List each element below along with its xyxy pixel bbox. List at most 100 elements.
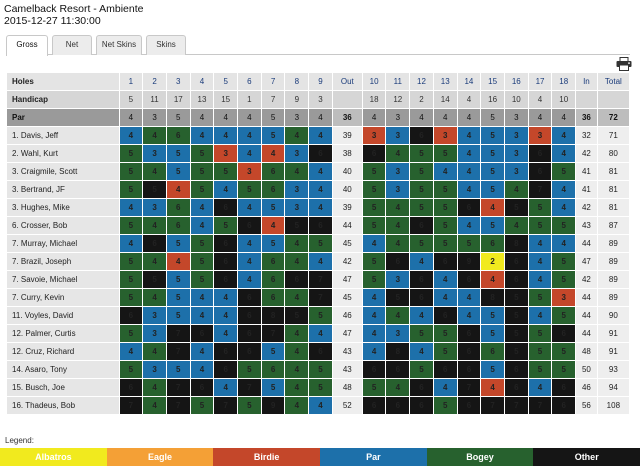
hole-score: 5 xyxy=(481,163,504,180)
hole-score: 5 xyxy=(433,397,457,414)
hole-score: 4 xyxy=(143,163,166,180)
hole-score: 3 xyxy=(143,199,166,216)
hole-score: 6 xyxy=(410,379,433,396)
hole-score: 4 xyxy=(261,217,285,234)
hole-score: 5 xyxy=(362,379,386,396)
hole-score: 6 xyxy=(457,397,481,414)
out-total: 43 xyxy=(332,343,362,360)
hole-handicap: 13 xyxy=(190,91,214,108)
tab-net[interactable]: Net xyxy=(52,35,92,55)
hole-score: 4 xyxy=(386,235,410,252)
hole-score: 6 xyxy=(214,253,238,270)
hole-score: 5 xyxy=(166,271,190,288)
hole-score: 3 xyxy=(504,163,528,180)
hole-number: 9 xyxy=(309,73,332,90)
player-row: 1. Davis, Jeff 4 4 6 4 4 4 5 4 4 39 3 3 6 3 4 5 3 3 4 32 71 xyxy=(7,127,629,144)
hole-score: 4 xyxy=(457,163,481,180)
legend-item-birdie: Birdie xyxy=(213,448,321,466)
hole-score: 4 xyxy=(261,145,285,162)
hole-score: 6 xyxy=(504,361,528,378)
in-total: 42 xyxy=(576,145,597,162)
hole-handicap: 5 xyxy=(119,91,143,108)
hole-score: 5 xyxy=(552,361,576,378)
hole-score: 5 xyxy=(481,145,504,162)
hole-score: 6 xyxy=(504,379,528,396)
hole-score: 4 xyxy=(457,145,481,162)
hole-score: 5 xyxy=(261,343,285,360)
hole-score: 5 xyxy=(190,163,214,180)
hole-score: 5 xyxy=(362,181,386,198)
page-header: Camelback Resort - Ambiente 2015-12-27 1… xyxy=(4,3,143,27)
in-total: 42 xyxy=(576,199,597,216)
holes-label: Holes xyxy=(7,73,119,90)
hole-score: 5 xyxy=(528,343,552,360)
hole-score: 4 xyxy=(119,343,143,360)
hole-score: 4 xyxy=(143,343,166,360)
hole-score: 5 xyxy=(309,235,332,252)
hole-score: 6 xyxy=(481,343,504,360)
in-total: 44 xyxy=(576,289,597,306)
hole-score: 4 xyxy=(309,181,332,198)
hole-score: 5 xyxy=(410,163,433,180)
gross-total: 87 xyxy=(597,217,629,234)
hole-score: 3 xyxy=(504,145,528,162)
hole-score: 5 xyxy=(528,361,552,378)
hole-score: 8 xyxy=(261,307,285,324)
tab-gross[interactable]: Gross xyxy=(6,35,48,56)
hole-score: 3 xyxy=(285,181,309,198)
hole-score: 6 xyxy=(166,127,190,144)
hole-score: 4 xyxy=(457,181,481,198)
hole-score: 4 xyxy=(166,181,190,198)
hole-score: 6 xyxy=(238,217,261,234)
hole-score: 4 xyxy=(528,379,552,396)
hole-score: 4 xyxy=(214,325,238,342)
hole-par: 3 xyxy=(285,109,309,126)
legend-label: Legend: xyxy=(5,436,34,445)
tab-net-skins[interactable]: Net Skins xyxy=(96,35,142,55)
in-total: 42 xyxy=(576,271,597,288)
hole-score: 5 xyxy=(119,271,143,288)
hole-score: 7 xyxy=(261,325,285,342)
player-name: 6. Crosser, Bob xyxy=(7,217,119,234)
hole-score: 5 xyxy=(261,379,285,396)
player-name: 2. Wahl, Kurt xyxy=(7,145,119,162)
hole-score: 5 xyxy=(214,217,238,234)
hole-score: 8 xyxy=(504,235,528,252)
hole-score: 3 xyxy=(143,307,166,324)
printer-icon[interactable] xyxy=(616,57,632,71)
hole-score: 5 xyxy=(166,289,190,306)
hole-score: 7 xyxy=(504,397,528,414)
hole-score: 6 xyxy=(119,307,143,324)
hole-par: 4 xyxy=(119,109,143,126)
tab-skins[interactable]: Skins xyxy=(146,35,186,55)
in-total: 48 xyxy=(576,343,597,360)
hole-score: 5 xyxy=(552,163,576,180)
hole-score: 4 xyxy=(362,289,386,306)
hole-par: 3 xyxy=(386,109,410,126)
handicap-row: Handicap 5 11 17 13 15 1 7 9 3 18 12 2 14 4 16 10 4 10 xyxy=(7,91,629,108)
hole-score: 5 xyxy=(119,181,143,198)
hole-score: 8 xyxy=(386,343,410,360)
hole-score: 4 xyxy=(190,343,214,360)
hole-score: 4 xyxy=(528,253,552,270)
out-total: 38 xyxy=(332,145,362,162)
gross-total: 89 xyxy=(597,235,629,252)
hole-par: 4 xyxy=(457,109,481,126)
hole-number: 8 xyxy=(285,73,309,90)
hole-score: 4 xyxy=(285,127,309,144)
hole-score: 6 xyxy=(143,235,166,252)
hole-score: 4 xyxy=(362,307,386,324)
course-title: Camelback Resort - Ambiente xyxy=(4,3,144,15)
hole-score: 6 xyxy=(433,253,457,270)
player-row: 3. Bertrand, JF 5 5 4 5 4 5 6 3 4 40 5 3 5 5 4 5 4 7 4 41 81 xyxy=(7,181,629,198)
hole-par: 36 xyxy=(576,109,597,126)
hole-handicap: 1 xyxy=(238,91,261,108)
hole-score: 6 xyxy=(285,271,309,288)
hole-score: 5 xyxy=(214,163,238,180)
hole-handicap: 10 xyxy=(504,91,528,108)
in-total: 47 xyxy=(576,253,597,270)
hole-score: 4 xyxy=(238,199,261,216)
hole-score: 3 xyxy=(386,127,410,144)
hole-score: 4 xyxy=(190,217,214,234)
hole-score: 4 xyxy=(504,217,528,234)
